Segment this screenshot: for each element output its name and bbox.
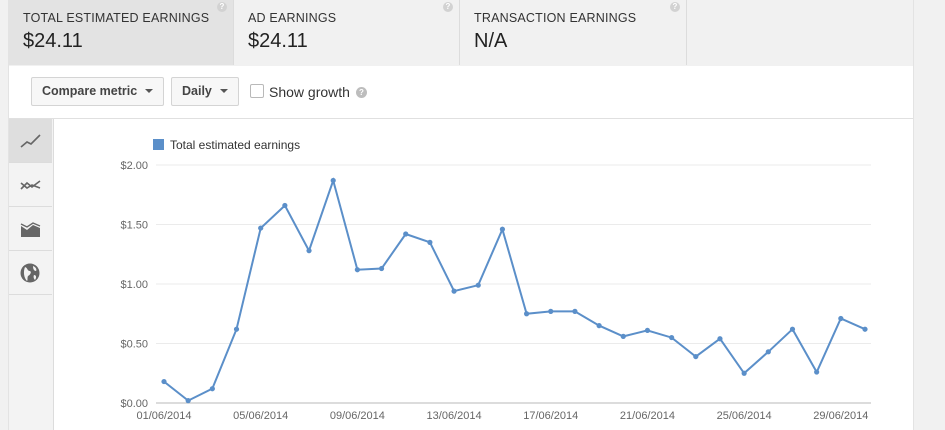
data-point [862, 326, 868, 332]
data-point [427, 239, 433, 245]
data-point [378, 265, 385, 272]
y-tick-label: $2.00 [120, 160, 148, 172]
data-point [693, 353, 699, 360]
data-point [814, 369, 820, 375]
x-tick-label: 29/06/2014 [813, 410, 868, 422]
x-tick-label: 01/06/2014 [136, 410, 191, 422]
earnings-chart: $0.00 $0.50 $1.00 $1.50 $2.00 01/06/2014 05/06… [120, 138, 871, 422]
data-point [185, 398, 191, 404]
data-point [669, 334, 675, 341]
data-point [499, 226, 506, 232]
data-point [330, 177, 336, 184]
earnings-panel: TOTAL ESTIMATED EARNINGS $24.11 ? AD EAR… [8, 0, 914, 430]
data-point [282, 202, 288, 209]
legend-label: Total estimated earnings [170, 138, 300, 152]
data-point [306, 248, 312, 254]
legend-swatch [153, 139, 164, 150]
data-point [596, 323, 602, 329]
x-tick-label: 21/06/2014 [620, 410, 675, 422]
data-point [548, 308, 554, 314]
data-point [403, 231, 409, 237]
x-tick-label: 05/06/2014 [233, 410, 288, 422]
data-point [741, 370, 747, 376]
y-tick-label: $1.00 [120, 279, 148, 291]
x-tick-label: 17/06/2014 [523, 410, 578, 422]
data-point [838, 315, 844, 322]
data-point [233, 326, 240, 332]
y-tick-label: $1.50 [120, 220, 148, 232]
data-point [717, 336, 723, 342]
data-point [644, 327, 651, 334]
series-line [163, 177, 866, 402]
data-point [161, 378, 167, 385]
data-point [354, 267, 360, 273]
y-tick-label: $0.00 [120, 398, 148, 410]
data-point [209, 386, 215, 392]
data-point [620, 333, 626, 339]
data-point [258, 225, 264, 231]
y-tick-label: $0.50 [120, 339, 148, 351]
data-point [765, 349, 771, 355]
data-point [475, 282, 481, 288]
x-tick-label: 25/06/2014 [717, 410, 772, 422]
data-point [523, 311, 530, 317]
data-point [572, 308, 578, 314]
data-point [789, 326, 796, 332]
data-point [451, 288, 457, 294]
x-tick-label: 09/06/2014 [330, 410, 385, 422]
x-tick-label: 13/06/2014 [427, 410, 482, 422]
